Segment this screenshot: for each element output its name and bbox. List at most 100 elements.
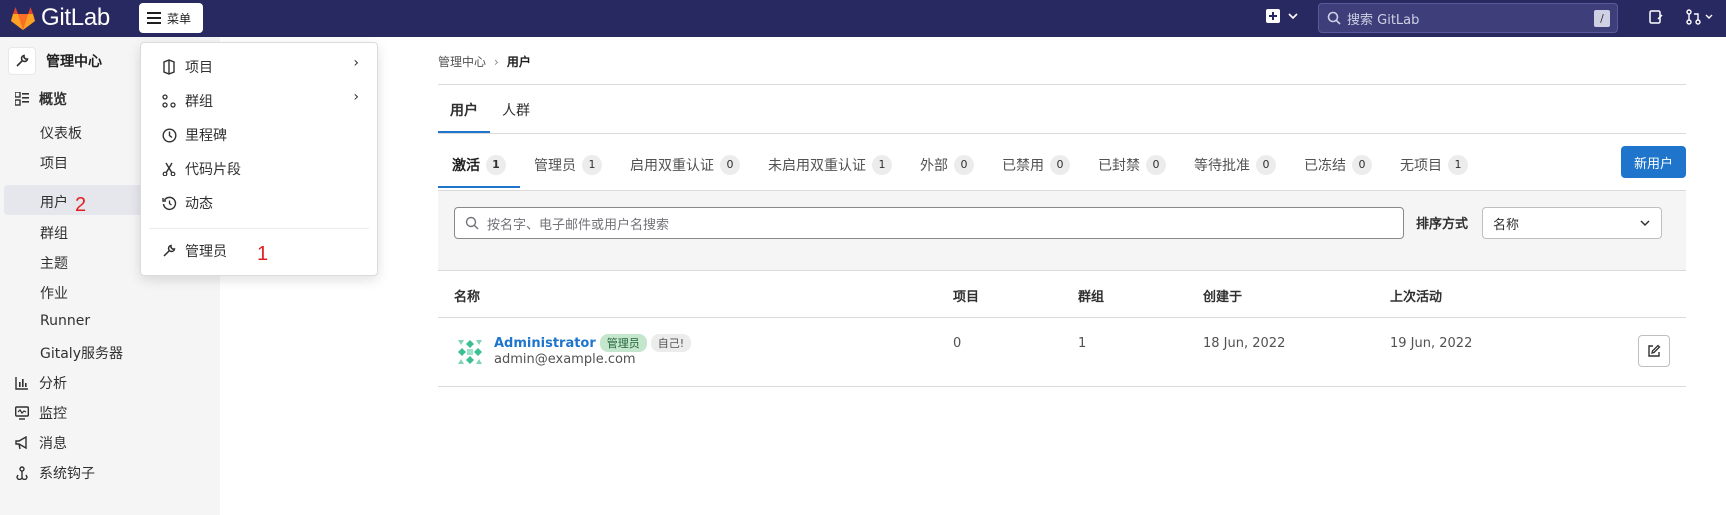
menu-item-label: 代码片段 (185, 162, 241, 178)
filter-tab-2fa-enabled[interactable]: 启用双重认证 0 (616, 147, 754, 183)
admin-badge: 管理员 (599, 334, 647, 352)
menu-item-admin[interactable]: 管理员 (161, 241, 227, 261)
merge-request-icon[interactable] (1686, 9, 1714, 29)
menu-item-snippets[interactable]: 代码片段 (161, 159, 241, 179)
filter-tab-label: 等待批准 (1194, 158, 1250, 174)
sidebar-title: 管理中心 (46, 54, 102, 70)
search-placeholder: 按名字、电子邮件或用户名搜索 (487, 217, 670, 233)
hamburger-icon (147, 12, 161, 24)
filter-tab-pending-approval[interactable]: 等待批准 0 (1180, 147, 1290, 183)
breadcrumb-admin-link[interactable]: 管理中心 (438, 53, 486, 70)
filter-tab-banned[interactable]: 已封禁 0 (1084, 147, 1180, 183)
col-header-last-activity: 上次活动 (1390, 290, 1443, 305)
create-new-dropdown[interactable] (1266, 9, 1298, 23)
filter-tab-without-projects[interactable]: 无项目 1 (1386, 147, 1482, 183)
tab-users[interactable]: 用户 (438, 90, 490, 133)
new-user-button[interactable]: 新用户 (1621, 146, 1686, 178)
sidebar-item-users[interactable]: 用户 (40, 192, 68, 212)
filter-tab-blocked[interactable]: 已禁用 0 (988, 147, 1084, 183)
sidebar-item-system-hooks[interactable]: 系统钩子 (14, 463, 95, 483)
cell-created: 18 Jun, 2022 (1203, 336, 1286, 351)
sidebar-item-projects[interactable]: 项目 (40, 153, 68, 173)
filter-tab-admins[interactable]: 管理员 1 (520, 147, 616, 183)
menu-item-label: 群组 (185, 94, 213, 110)
search-icon (465, 216, 479, 230)
filter-tab-label: 已封禁 (1098, 158, 1140, 174)
sidebar-item-gitaly[interactable]: Gitaly服务器 (40, 343, 123, 363)
self-badge: 自己! (650, 334, 692, 352)
count-badge: 1 (1448, 155, 1468, 175)
search-icon (1327, 11, 1341, 25)
breadcrumb-separator: › (494, 54, 499, 69)
filter-tab-label: 已冻结 (1304, 158, 1346, 174)
menu-item-milestones[interactable]: 里程碑 (161, 125, 227, 145)
col-header-projects: 项目 (953, 290, 980, 305)
hook-icon (14, 465, 30, 481)
admin-icon (161, 243, 177, 259)
sidebar-item-label: 概览 (39, 92, 67, 108)
breadcrumb-current[interactable]: 用户 (507, 53, 531, 70)
avatar[interactable] (454, 336, 486, 368)
filter-bar: 按名字、电子邮件或用户名搜索 排序方式 名称 (438, 190, 1686, 270)
cell-groups: 1 (1078, 336, 1087, 351)
sidebar-item-messages[interactable]: 消息 (14, 433, 67, 453)
table-row: Administrator 管理员 自己! admin@example.com … (438, 318, 1686, 387)
sidebar-item-analytics[interactable]: 分析 (14, 373, 67, 393)
sidebar-item-topics[interactable]: 主题 (40, 253, 68, 273)
sidebar-item-jobs[interactable]: 作业 (40, 283, 68, 303)
snippet-icon (161, 161, 177, 177)
menu-item-label: 管理员 (185, 244, 227, 260)
menu-item-groups[interactable]: 群组 (161, 91, 213, 111)
breadcrumb: 管理中心 › 用户 (438, 53, 531, 70)
sort-dropdown[interactable]: 名称 (1482, 207, 1662, 239)
filter-tab-label: 激活 (452, 158, 480, 174)
monitor-icon (14, 405, 30, 421)
overview-icon (14, 91, 30, 107)
tanuki-logo-icon (11, 6, 35, 30)
wrench-icon (8, 47, 36, 75)
menu-item-activity[interactable]: 动态 (161, 193, 213, 213)
sidebar-item-dashboard[interactable]: 仪表板 (40, 123, 82, 143)
issues-icon[interactable] (1648, 9, 1664, 29)
divider (438, 84, 1686, 85)
filter-tab-label: 已禁用 (1002, 158, 1044, 174)
gitlab-logo[interactable]: GitLab (10, 4, 110, 32)
filter-tab-label: 无项目 (1400, 158, 1442, 174)
menu-item-label: 里程碑 (185, 128, 227, 144)
menu-item-projects[interactable]: 项目 (161, 57, 213, 77)
sidebar-item-runners[interactable]: Runner (40, 313, 90, 329)
plus-square-icon (1266, 9, 1280, 23)
user-filter-tabs: 激活 1 管理员 1 启用双重认证 0 未启用双重认证 1 外部 0 已禁用 0 已封禁 0 … (438, 147, 1482, 189)
chevron-right-icon: › (353, 55, 359, 71)
filter-tab-2fa-disabled[interactable]: 未启用双重认证 1 (754, 147, 906, 183)
count-badge: 0 (1050, 155, 1070, 175)
filter-tab-deactivated[interactable]: 已冻结 0 (1290, 147, 1386, 183)
sidebar-item-groups[interactable]: 群组 (40, 223, 68, 243)
user-name-line: Administrator 管理员 自己! (494, 334, 692, 352)
count-badge: 1 (872, 155, 892, 175)
pencil-square-icon (1648, 344, 1661, 357)
filter-tab-external[interactable]: 外部 0 (906, 147, 988, 183)
filter-tab-label: 未启用双重认证 (768, 158, 866, 174)
group-icon (161, 93, 177, 109)
bullhorn-icon (14, 435, 30, 451)
count-badge: 0 (1256, 155, 1276, 175)
sidebar-item-monitoring[interactable]: 监控 (14, 403, 67, 423)
chevron-right-icon: › (353, 89, 359, 105)
menu-button[interactable]: 菜单 (139, 3, 203, 33)
cell-last-activity: 19 Jun, 2022 (1390, 336, 1473, 351)
user-search-input[interactable]: 按名字、电子邮件或用户名搜索 (454, 207, 1404, 239)
sidebar-item-overview[interactable]: 概览 (14, 89, 67, 109)
filter-tab-active[interactable]: 激活 1 (438, 147, 520, 188)
chart-icon (14, 375, 30, 391)
col-header-created: 创建于 (1203, 290, 1243, 305)
count-badge: 1 (486, 155, 506, 175)
search-input[interactable]: 搜索 GitLab / (1318, 3, 1618, 33)
user-name-link[interactable]: Administrator (494, 336, 596, 351)
filter-tab-label: 管理员 (534, 158, 576, 174)
edit-user-button[interactable] (1638, 335, 1670, 367)
sidebar-header[interactable]: 管理中心 (8, 47, 102, 75)
menu-item-label: 项目 (185, 60, 213, 76)
filter-tab-label: 外部 (920, 158, 948, 174)
tab-cohorts[interactable]: 人群 (490, 90, 542, 133)
